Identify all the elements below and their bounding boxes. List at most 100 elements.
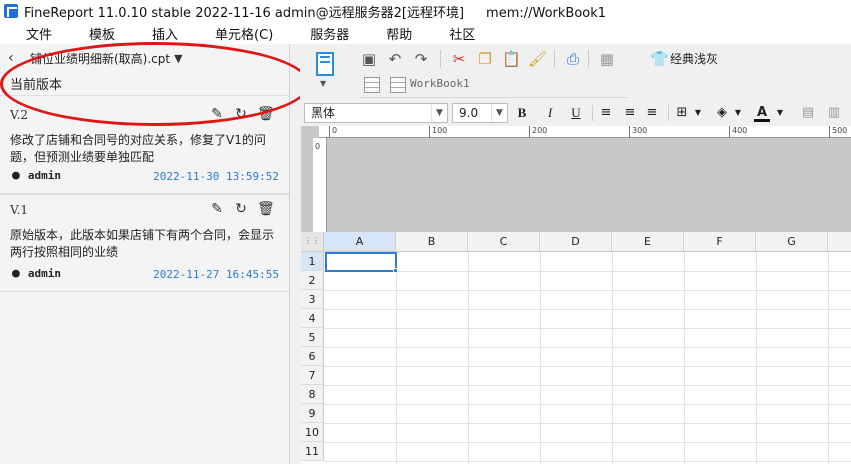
menu-cell[interactable]: 单元格(C) xyxy=(215,24,273,43)
main-toolbar: ▼ ▣ ↶ ↷ ✂ ❐ 📋 🖌 ⎙ ▦ 👕 经典浅灰 WorkBook1 xyxy=(300,44,851,100)
theme-label[interactable]: 经典浅灰 xyxy=(670,50,718,68)
report-canvas-area: 0 100 200 300 400 500 0 xyxy=(301,126,851,232)
preview-icon[interactable]: ⎙ xyxy=(564,50,582,68)
selected-cell-a1[interactable] xyxy=(325,252,398,273)
ruler-tick: 500 xyxy=(829,126,847,138)
format-toolbar: 黑体 ▼ 9.0 ▼ B I U ≡ ≡ ≡ ⊞ ▼ ◈ ▼ A ▼ ▤ ▥ xyxy=(300,100,851,126)
theme-shirt-icon[interactable]: 👕 xyxy=(650,50,669,68)
window-title-text: FineReport 11.0.10 stable 2022-11-16 adm… xyxy=(24,5,465,21)
template-settings-icon[interactable]: ▦ xyxy=(598,50,616,68)
template-tab-bar: WorkBook1 xyxy=(360,74,628,98)
version-card-v1[interactable]: V.1 ✎ ↻ 🗑 原始版本，此版本如果店铺下有两个合同，会显示两行按照相同的业… xyxy=(0,194,289,292)
underline-button[interactable]: U xyxy=(568,104,584,122)
fill-handle[interactable] xyxy=(393,268,398,273)
back-arrow-icon[interactable]: ‹ xyxy=(8,50,24,66)
workbook-tab[interactable]: WorkBook1 xyxy=(410,77,470,90)
window-path-text: mem://WorkBook1 xyxy=(486,5,607,21)
version-actions: ✎ ↻ 🗑 xyxy=(209,201,275,217)
title-bar: FineReport 11.0.10 stable 2022-11-16 adm… xyxy=(0,0,851,22)
delete-icon[interactable]: 🗑 xyxy=(257,106,275,122)
column-header[interactable]: C xyxy=(468,232,540,252)
version-label: V.1 xyxy=(10,203,29,217)
menu-insert[interactable]: 插入 xyxy=(152,24,178,43)
workbook-grid-icon xyxy=(390,77,406,93)
version-history-panel: ‹ 铺位业绩明细新(取高).cpt ▼ 当前版本 V.2 ✎ ↻ 🗑 修改了店铺… xyxy=(0,44,290,464)
chevron-down-icon[interactable]: ▼ xyxy=(730,104,746,122)
user-icon: ● xyxy=(12,266,20,281)
row-header[interactable]: 2 xyxy=(301,271,324,290)
sheet-grid-icon[interactable] xyxy=(364,77,380,93)
menu-help[interactable]: 帮助 xyxy=(386,24,412,43)
row-header[interactable]: 7 xyxy=(301,366,324,385)
paste-icon[interactable]: 📋 xyxy=(502,50,521,68)
undo-icon[interactable]: ↶ xyxy=(386,50,404,68)
ruler-tick: 0 xyxy=(315,142,321,151)
merge-cells-icon[interactable]: ▤ xyxy=(800,104,816,122)
italic-button[interactable]: I xyxy=(542,104,558,122)
column-header-partial[interactable] xyxy=(828,232,851,252)
chevron-down-icon[interactable]: ▼ xyxy=(690,104,706,122)
restore-icon[interactable]: ↻ xyxy=(233,106,249,122)
ruler-tick: 0 xyxy=(329,126,337,138)
align-right-icon[interactable]: ≡ xyxy=(644,104,660,122)
row-header[interactable]: 10 xyxy=(301,423,324,442)
chevron-down-icon[interactable]: ▼ xyxy=(772,104,788,122)
font-size-select[interactable]: 9.0 ▼ xyxy=(452,103,508,123)
save-icon[interactable]: ▣ xyxy=(360,50,378,68)
spreadsheet-grid[interactable]: ⋮⋮ A B C D E F G 1 2 3 4 5 6 7 8 9 10 11 xyxy=(301,232,851,464)
font-color-button[interactable]: A xyxy=(754,104,770,122)
author-name: admin xyxy=(27,169,61,182)
restore-icon[interactable]: ↻ xyxy=(233,201,249,217)
font-family-value: 黑体 xyxy=(311,106,336,120)
row-header[interactable]: 8 xyxy=(301,385,324,404)
format-painter-icon[interactable]: 🖌 xyxy=(528,50,547,68)
redo-icon[interactable]: ↷ xyxy=(412,50,430,68)
fill-color-icon[interactable]: ◈ xyxy=(714,104,730,122)
filter-icon[interactable]: ▼ xyxy=(174,52,182,65)
row-header[interactable]: 1 xyxy=(301,252,324,271)
font-family-select[interactable]: 黑体 ▼ xyxy=(304,103,448,123)
version-card-v2[interactable]: V.2 ✎ ↻ 🗑 修改了店铺和合同号的对应关系，修复了V1的问题，但预测业绩要… xyxy=(0,100,289,194)
version-author: ● admin xyxy=(12,168,61,183)
select-all-corner[interactable]: ⋮⋮ xyxy=(301,232,324,252)
menu-server[interactable]: 服务器 xyxy=(310,24,349,43)
border-icon[interactable]: ⊞ xyxy=(674,104,690,122)
version-label: V.2 xyxy=(10,108,29,122)
menu-community[interactable]: 社区 xyxy=(449,24,475,43)
menu-template[interactable]: 模板 xyxy=(89,24,115,43)
row-header[interactable]: 6 xyxy=(301,347,324,366)
row-header[interactable]: 5 xyxy=(301,328,324,347)
delete-icon[interactable]: 🗑 xyxy=(257,201,275,217)
align-left-icon[interactable]: ≡ xyxy=(598,104,614,122)
row-header[interactable]: 3 xyxy=(301,290,324,309)
cut-icon[interactable]: ✂ xyxy=(450,50,468,68)
column-header[interactable]: E xyxy=(612,232,684,252)
edit-icon[interactable]: ✎ xyxy=(209,201,225,217)
panel-header: ‹ 铺位业绩明细新(取高).cpt ▼ xyxy=(0,44,289,72)
edit-icon[interactable]: ✎ xyxy=(209,106,225,122)
row-header[interactable]: 4 xyxy=(301,309,324,328)
new-template-icon[interactable]: ▼ xyxy=(312,50,338,88)
template-file-name: 铺位业绩明细新(取高).cpt xyxy=(30,51,171,66)
column-header[interactable]: D xyxy=(540,232,612,252)
ruler-tick: 100 xyxy=(429,126,447,138)
finereport-logo-icon xyxy=(4,4,18,18)
copy-icon[interactable]: ❐ xyxy=(476,50,494,68)
version-time: 2022-11-30 13:59:52 xyxy=(153,170,279,183)
bold-button[interactable]: B xyxy=(514,104,530,122)
column-header[interactable]: F xyxy=(684,232,756,252)
column-header[interactable]: G xyxy=(756,232,828,252)
menu-bar: 文件 模板 插入 单元格(C) 服务器 帮助 社区 xyxy=(0,22,851,44)
row-header[interactable]: 11 xyxy=(301,442,324,461)
chevron-down-icon: ▼ xyxy=(431,104,447,122)
column-header[interactable]: A xyxy=(324,232,396,252)
vertical-ruler: 0 xyxy=(313,138,327,232)
ruler-tick: 300 xyxy=(629,126,647,138)
menu-file[interactable]: 文件 xyxy=(26,24,52,43)
current-version-row[interactable]: 当前版本 xyxy=(0,72,289,96)
column-header[interactable]: B xyxy=(396,232,468,252)
align-center-icon[interactable]: ≡ xyxy=(622,104,638,122)
row-header[interactable]: 9 xyxy=(301,404,324,423)
version-time: 2022-11-27 16:45:55 xyxy=(153,268,279,281)
unmerge-cells-icon[interactable]: ▥ xyxy=(826,104,842,122)
